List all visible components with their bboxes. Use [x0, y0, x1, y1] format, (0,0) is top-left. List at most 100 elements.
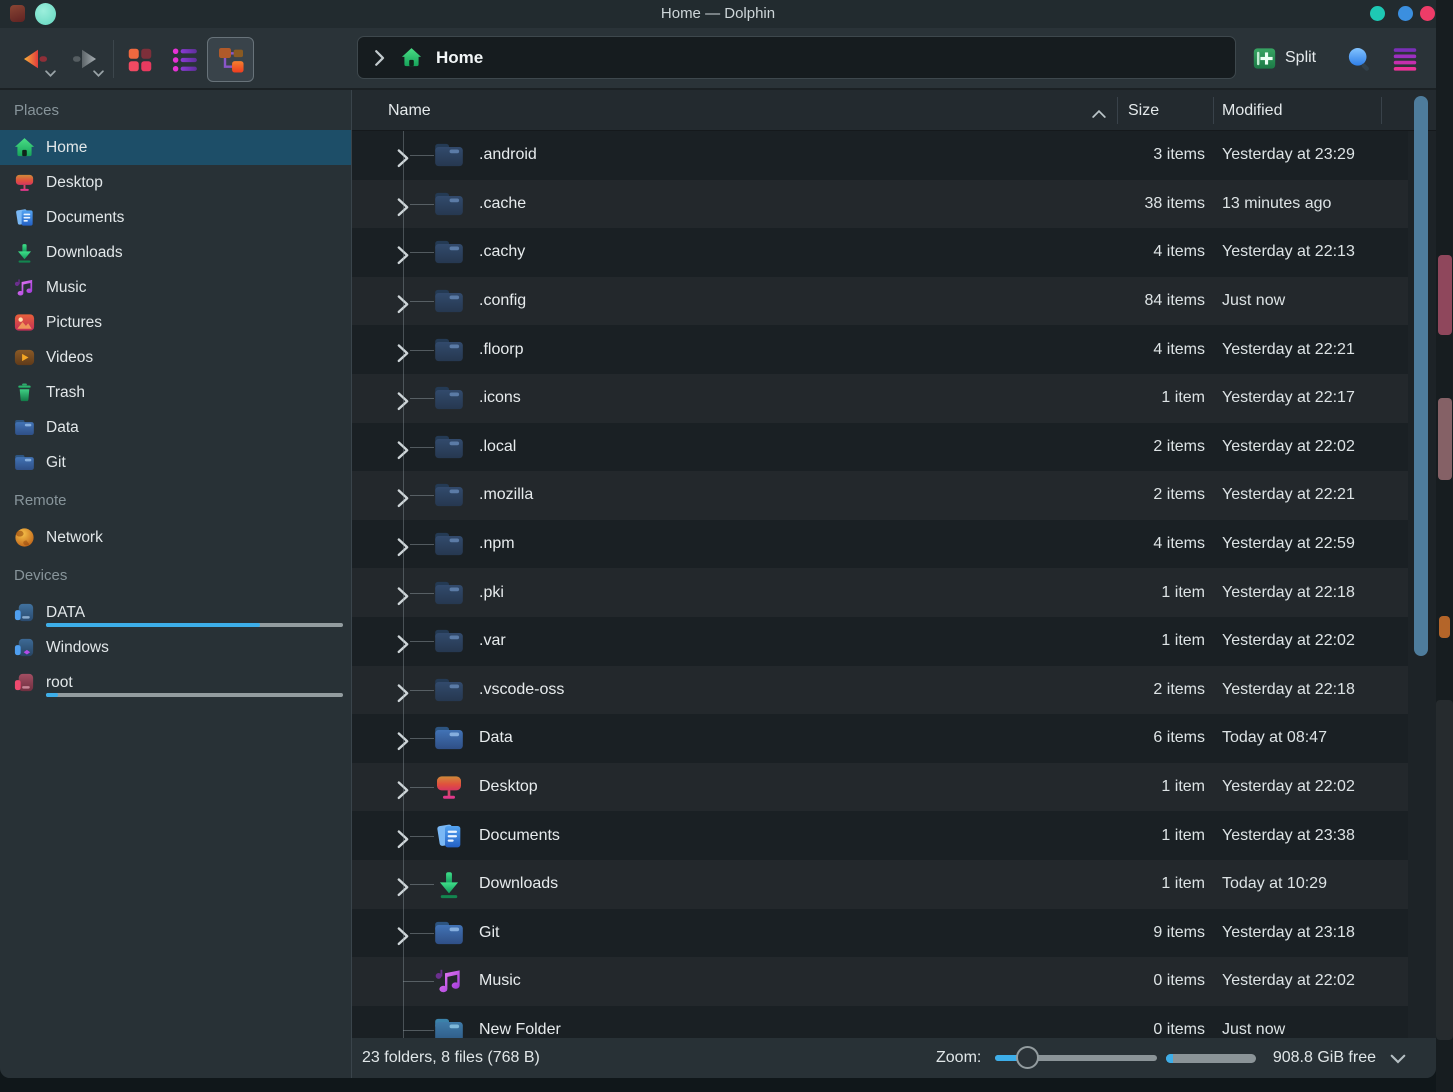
table-row[interactable]: .pki1 itemYesterday at 22:18 [352, 568, 1408, 617]
window-button-pink[interactable] [1420, 6, 1435, 21]
table-row[interactable]: .vscode-oss2 itemsYesterday at 22:18 [352, 666, 1408, 715]
forward-history-chevron-icon[interactable] [93, 70, 104, 77]
forward-button[interactable] [62, 40, 106, 78]
sidebar-item-downloads[interactable]: Downloads [0, 235, 351, 270]
tree-branch-line [410, 787, 434, 788]
file-name[interactable]: New Folder [479, 1021, 561, 1038]
sidebar-item-windows[interactable]: Windows [0, 630, 351, 665]
sidebar-item-trash[interactable]: Trash [0, 375, 351, 410]
menu-button[interactable] [1388, 42, 1422, 76]
back-history-chevron-icon[interactable] [45, 70, 56, 77]
search-button[interactable] [1342, 42, 1376, 76]
zoom-slider-handle[interactable] [1016, 1046, 1039, 1069]
file-name[interactable]: .floorp [479, 341, 523, 359]
file-name[interactable]: Music [479, 972, 521, 990]
file-name[interactable]: Documents [479, 827, 560, 845]
table-row[interactable]: Desktop1 itemYesterday at 22:02 [352, 763, 1408, 812]
file-name[interactable]: Desktop [479, 778, 538, 796]
file-name[interactable]: .local [479, 438, 516, 456]
column-header-modified[interactable]: Modified [1222, 90, 1282, 131]
file-name[interactable]: Git [479, 924, 499, 942]
sidebar-item-desktop[interactable]: Desktop [0, 165, 351, 200]
split-button[interactable]: Split [1251, 40, 1316, 76]
table-row[interactable]: .npm4 itemsYesterday at 22:59 [352, 520, 1408, 569]
folder-hidden-icon [432, 577, 466, 609]
search-icon [1345, 45, 1374, 74]
sidebar-item-videos[interactable]: Videos [0, 340, 351, 375]
table-row[interactable]: .local2 itemsYesterday at 22:02 [352, 423, 1408, 472]
file-name[interactable]: .cachy [479, 243, 525, 261]
table-row[interactable]: .android3 itemsYesterday at 23:29 [352, 131, 1408, 180]
file-modified: Yesterday at 22:02 [1222, 972, 1355, 990]
drive-windows-icon [13, 636, 36, 659]
tree-branch-line [410, 738, 434, 739]
breadcrumb-location[interactable]: Home [436, 48, 483, 68]
free-space-chevron-icon[interactable] [1390, 1051, 1406, 1063]
file-name[interactable]: .cache [479, 195, 526, 213]
statusbar: 23 folders, 8 files (768 B) Zoom: 908.8 … [0, 1038, 1436, 1078]
table-row[interactable]: Documents1 itemYesterday at 23:38 [352, 811, 1408, 860]
sidebar-item-pictures[interactable]: Pictures [0, 305, 351, 340]
home-icon[interactable] [400, 46, 423, 69]
column-header-name[interactable]: Name [388, 90, 431, 131]
table-row[interactable]: .mozilla2 itemsYesterday at 22:21 [352, 471, 1408, 520]
sidebar-item-network[interactable]: Network [0, 520, 351, 555]
file-name[interactable]: Downloads [479, 875, 558, 893]
table-row[interactable]: Music0 itemsYesterday at 22:02 [352, 957, 1408, 1006]
back-button[interactable] [14, 40, 58, 78]
column-header-size[interactable]: Size [1128, 90, 1159, 131]
table-row[interactable]: .floorp4 itemsYesterday at 22:21 [352, 325, 1408, 374]
sidebar-item-git[interactable]: Git [0, 445, 351, 480]
file-size: 2 items [1005, 438, 1205, 456]
table-row[interactable]: Git9 itemsYesterday at 23:18 [352, 909, 1408, 958]
file-name[interactable]: .android [479, 146, 537, 164]
folder-icon [13, 416, 36, 439]
details-view-icon [215, 44, 247, 76]
file-name[interactable]: .config [479, 292, 526, 310]
vertical-scrollbar[interactable] [1414, 96, 1428, 656]
sidebar-item-label: Home [46, 139, 87, 157]
compact-view-button[interactable] [166, 41, 203, 78]
file-name[interactable]: .vscode-oss [479, 681, 564, 699]
window-title: Home — Dolphin [0, 0, 1436, 28]
details-view-button[interactable] [207, 37, 254, 82]
sidebar-item-home[interactable]: Home [0, 130, 351, 165]
table-row[interactable]: .cache38 items13 minutes ago [352, 180, 1408, 229]
folder-icon [432, 722, 466, 754]
tree-branch-line [410, 544, 434, 545]
file-size: 84 items [1005, 292, 1205, 310]
table-row[interactable]: .icons1 itemYesterday at 22:17 [352, 374, 1408, 423]
table-row[interactable]: Downloads1 itemToday at 10:29 [352, 860, 1408, 909]
file-name[interactable]: .mozilla [479, 486, 533, 504]
file-name[interactable]: .pki [479, 584, 504, 602]
device-usage-bar [46, 693, 343, 697]
file-name[interactable]: .icons [479, 389, 521, 407]
file-list: .android3 itemsYesterday at 23:29.cache3… [352, 131, 1436, 1038]
sidebar-item-documents[interactable]: Documents [0, 200, 351, 235]
file-name[interactable]: .var [479, 632, 506, 650]
file-modified: Yesterday at 22:59 [1222, 535, 1355, 553]
sort-ascending-icon[interactable] [1092, 105, 1106, 114]
window-button-teal[interactable] [1370, 6, 1385, 21]
desktop-background-strip [1436, 0, 1453, 1092]
sidebar-item-root[interactable]: root [0, 665, 351, 700]
file-modified: Yesterday at 23:29 [1222, 146, 1355, 164]
sidebar-item-music[interactable]: Music [0, 270, 351, 305]
window-button-blue[interactable] [1398, 6, 1413, 21]
location-bar[interactable]: Home [357, 36, 1236, 79]
table-row[interactable]: .var1 itemYesterday at 22:02 [352, 617, 1408, 666]
file-name[interactable]: Data [479, 729, 513, 747]
table-row[interactable]: .cachy4 itemsYesterday at 22:13 [352, 228, 1408, 277]
file-size: 4 items [1005, 243, 1205, 261]
table-row[interactable]: Data6 itemsToday at 08:47 [352, 714, 1408, 763]
table-row[interactable]: New Folder0 itemsJust now [352, 1006, 1408, 1038]
icons-view-button[interactable] [121, 41, 158, 78]
file-name[interactable]: .npm [479, 535, 515, 553]
documents-icon [432, 820, 466, 852]
sidebar-item-data[interactable]: Data [0, 410, 351, 445]
breadcrumb-root-chevron-icon[interactable] [374, 49, 386, 67]
file-modified: Yesterday at 22:02 [1222, 632, 1355, 650]
table-row[interactable]: .config84 itemsJust now [352, 277, 1408, 326]
sidebar-item-data[interactable]: DATA [0, 595, 351, 630]
places-panel: PlacesHomeDesktopDocumentsDownloadsMusic… [0, 90, 352, 1038]
